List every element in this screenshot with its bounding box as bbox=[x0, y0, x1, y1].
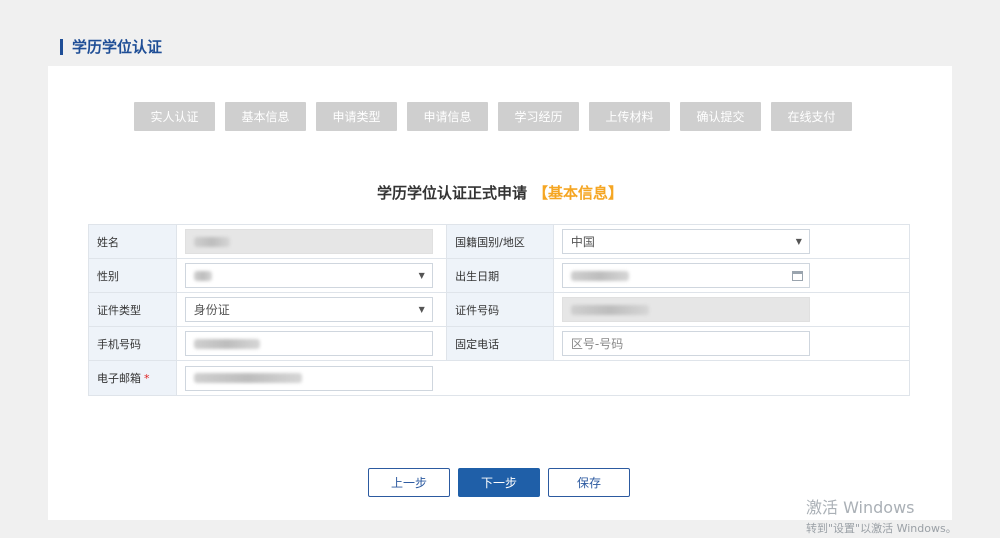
nationality-value: 中国 bbox=[570, 235, 595, 249]
calendar-icon[interactable] bbox=[791, 271, 803, 281]
form-row: 姓名 国籍国别/地区 中国 ▼ bbox=[89, 225, 909, 259]
form-row: 证件类型 身份证 ▼ 证件号码 bbox=[89, 293, 909, 327]
redacted-value bbox=[194, 373, 302, 383]
landline-label: 固定电话 bbox=[446, 327, 554, 360]
birthdate-label: 出生日期 bbox=[446, 259, 554, 292]
name-field[interactable] bbox=[184, 229, 433, 254]
basic-info-form: 姓名 国籍国别/地区 中国 ▼ 性别 ▼ 出生日期 证件类型 身份证 ▼ 证件号… bbox=[88, 224, 910, 396]
step-study-experience[interactable]: 学习经历 bbox=[498, 102, 579, 131]
email-label-text: 电子邮箱 bbox=[97, 372, 141, 385]
redacted-value bbox=[193, 236, 230, 247]
redacted-value bbox=[570, 304, 649, 315]
chevron-down-icon: ▼ bbox=[418, 271, 425, 280]
redacted-value bbox=[570, 270, 629, 281]
form-title: 学历学位认证正式申请 【基本信息】 bbox=[48, 182, 952, 203]
section-title-text: 学历学位认证 bbox=[72, 38, 163, 56]
title-bar-marker bbox=[60, 38, 63, 55]
required-mark: * bbox=[144, 371, 150, 385]
form-card: 实人认证 基本信息 申请类型 申请信息 学习经历 上传材料 确认提交 在线支付 … bbox=[48, 66, 952, 520]
step-basic-info[interactable]: 基本信息 bbox=[225, 102, 306, 131]
form-title-text: 学历学位认证正式申请 bbox=[376, 184, 527, 202]
step-application-info[interactable]: 申请信息 bbox=[407, 102, 488, 131]
gender-select[interactable]: ▼ bbox=[184, 263, 433, 288]
landline-placeholder: 区号-号码 bbox=[570, 337, 624, 351]
email-input[interactable] bbox=[185, 365, 433, 391]
birthdate-input[interactable] bbox=[561, 263, 810, 288]
step-online-payment[interactable]: 在线支付 bbox=[771, 102, 852, 131]
gender-label: 性别 bbox=[89, 259, 177, 292]
idnumber-field[interactable] bbox=[561, 297, 810, 322]
step-nav: 实人认证 基本信息 申请类型 申请信息 学习经历 上传材料 确认提交 在线支付 bbox=[134, 102, 862, 131]
save-button[interactable]: 保存 bbox=[548, 468, 630, 497]
form-row: 性别 ▼ 出生日期 bbox=[89, 259, 909, 293]
mobile-label: 手机号码 bbox=[89, 327, 177, 360]
step-confirm-submit[interactable]: 确认提交 bbox=[680, 102, 761, 131]
watermark-line2: 转到"设置"以激活 Windows。 bbox=[806, 522, 957, 535]
watermark-line1: 激活 Windows bbox=[806, 498, 915, 517]
nationality-label: 国籍国别/地区 bbox=[446, 225, 554, 258]
step-application-type[interactable]: 申请类型 bbox=[316, 102, 397, 131]
windows-activation-watermark: 激活 Windows 转到"设置"以激活 Windows。 bbox=[806, 494, 957, 536]
step-upload-materials[interactable]: 上传材料 bbox=[589, 102, 670, 131]
step-real-person-auth[interactable]: 实人认证 bbox=[134, 102, 215, 131]
nationality-select[interactable]: 中国 ▼ bbox=[561, 229, 810, 254]
idtype-label: 证件类型 bbox=[89, 293, 177, 326]
idtype-select[interactable]: 身份证 ▼ bbox=[184, 297, 433, 322]
form-row: 手机号码 固定电话 区号-号码 bbox=[89, 327, 909, 361]
mobile-input[interactable] bbox=[184, 331, 433, 356]
section-title: 学历学位认证 bbox=[60, 36, 162, 57]
redacted-value bbox=[193, 270, 212, 281]
form-row: 电子邮箱 * bbox=[89, 361, 909, 395]
idtype-value: 身份证 bbox=[193, 303, 230, 317]
prev-step-button[interactable]: 上一步 bbox=[368, 468, 450, 497]
landline-input[interactable]: 区号-号码 bbox=[561, 331, 810, 356]
chevron-down-icon: ▼ bbox=[795, 237, 802, 246]
next-step-button[interactable]: 下一步 bbox=[458, 468, 540, 497]
redacted-value bbox=[193, 338, 260, 349]
idnumber-label: 证件号码 bbox=[446, 293, 554, 326]
form-title-accent: 【基本信息】 bbox=[533, 184, 624, 202]
name-label: 姓名 bbox=[89, 225, 177, 258]
form-actions: 上一步 下一步 保存 bbox=[368, 468, 638, 497]
email-label: 电子邮箱 * bbox=[89, 361, 177, 395]
chevron-down-icon: ▼ bbox=[418, 305, 425, 314]
